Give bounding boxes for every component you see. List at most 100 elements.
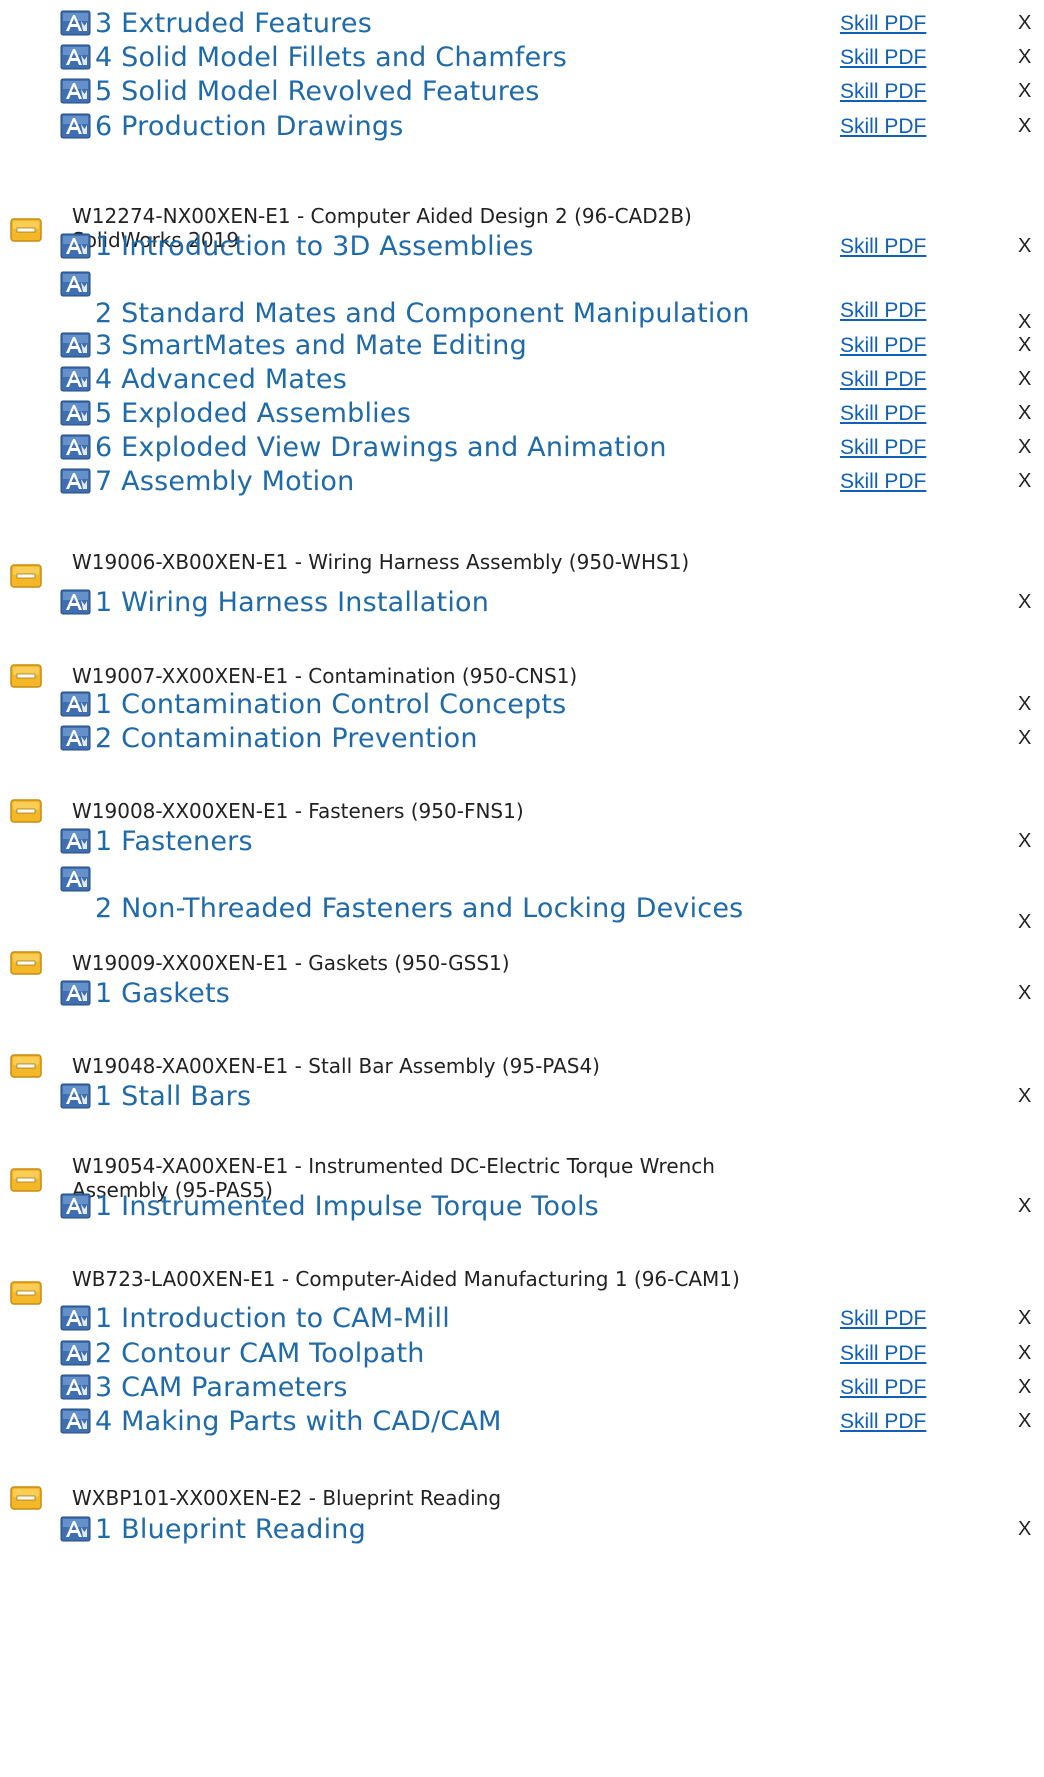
lesson-title-link[interactable]: 1 Introduction to CAM-Mill: [95, 1303, 450, 1334]
skill-pdf-link[interactable]: Skill PDF: [840, 1376, 926, 1400]
collapse-minus-icon[interactable]: [10, 951, 42, 975]
skill-pdf-link[interactable]: Skill PDF: [840, 1307, 926, 1331]
lesson-title-link[interactable]: 1 Gaskets: [95, 978, 230, 1009]
lesson-row: 2 Contamination Prevention X: [60, 723, 1044, 759]
remove-lesson-button[interactable]: X: [1018, 436, 1031, 459]
remove-lesson-button[interactable]: X: [1018, 402, 1031, 425]
lesson-title-link[interactable]: 2 Contamination Prevention: [95, 723, 478, 754]
course-header: WXBP101-XX00XEN-E2 - Blueprint Reading: [10, 1486, 1044, 1512]
remove-lesson-button[interactable]: X: [1018, 693, 1031, 716]
lesson-title-link[interactable]: 3 SmartMates and Mate Editing: [95, 330, 527, 361]
lesson-title-link[interactable]: 1 Introduction to 3D Assemblies: [95, 231, 534, 262]
collapse-minus-icon[interactable]: [10, 1168, 42, 1192]
lesson-title-link[interactable]: 5 Solid Model Revolved Features: [95, 76, 540, 107]
lesson-title-link[interactable]: 1 Wiring Harness Installation: [95, 587, 489, 618]
remove-lesson-button[interactable]: X: [1018, 830, 1031, 853]
remove-lesson-button[interactable]: X: [1018, 12, 1031, 35]
course-title: W19008-XX00XEN-E1 - Fasteners (950-FNS1): [72, 799, 524, 823]
lesson-row: 1 Introduction to 3D Assemblies Skill PDF…: [60, 231, 1044, 267]
lesson-row: 5 Solid Model Revolved Features Skill PDF…: [60, 76, 1044, 112]
lesson-title-link[interactable]: 1 Instrumented Impulse Torque Tools: [95, 1191, 599, 1222]
lesson-title-link[interactable]: 1 Contamination Control Concepts: [95, 689, 566, 720]
collapse-minus-icon[interactable]: [10, 218, 42, 242]
remove-lesson-button[interactable]: X: [1018, 334, 1031, 357]
remove-lesson-button[interactable]: X: [1018, 591, 1031, 614]
lesson-title-link[interactable]: 3 Extruded Features: [95, 8, 372, 39]
skill-pdf-link[interactable]: Skill PDF: [840, 235, 926, 259]
remove-lesson-button[interactable]: X: [1018, 1307, 1031, 1330]
remove-lesson-button[interactable]: X: [1018, 727, 1031, 750]
skill-pdf-link[interactable]: Skill PDF: [840, 402, 926, 426]
remove-lesson-button[interactable]: X: [1018, 1410, 1031, 1433]
lesson-title-link[interactable]: 2 Standard Mates and Component Manipulat…: [95, 298, 750, 329]
remove-lesson-button[interactable]: X: [1018, 1195, 1031, 1218]
collapse-minus-icon[interactable]: [10, 1486, 42, 1510]
skill-pdf-link[interactable]: Skill PDF: [840, 1410, 926, 1434]
lesson-title-link[interactable]: 6 Production Drawings: [95, 111, 404, 142]
skill-pdf-link[interactable]: Skill PDF: [840, 80, 926, 104]
skill-pdf-link[interactable]: Skill PDF: [840, 46, 926, 70]
skill-pdf-link[interactable]: Skill PDF: [840, 12, 926, 36]
lesson-icon: [60, 1408, 91, 1434]
lesson-icon: [60, 78, 91, 104]
lesson-icon: [60, 468, 91, 494]
remove-lesson-button[interactable]: X: [1018, 115, 1031, 138]
collapse-minus-icon[interactable]: [10, 564, 42, 588]
remove-lesson-button[interactable]: X: [1018, 1342, 1031, 1365]
remove-lesson-button[interactable]: X: [1018, 46, 1031, 69]
skill-pdf-link[interactable]: Skill PDF: [840, 334, 926, 358]
lesson-row: 6 Production Drawings Skill PDF X: [60, 111, 1044, 147]
lesson-title-link[interactable]: 6 Exploded View Drawings and Animation: [95, 432, 667, 463]
remove-lesson-button[interactable]: X: [1018, 235, 1031, 258]
skill-pdf-link[interactable]: Skill PDF: [840, 436, 926, 460]
remove-lesson-button[interactable]: X: [1018, 368, 1031, 391]
course-title: W19009-XX00XEN-E1 - Gaskets (950-GSS1): [72, 951, 510, 975]
lesson-title-link[interactable]: 5 Exploded Assemblies: [95, 398, 411, 429]
lesson-title-link[interactable]: 4 Solid Model Fillets and Chamfers: [95, 42, 567, 73]
lesson-title-link[interactable]: 3 CAM Parameters: [95, 1372, 348, 1403]
lesson-icon: [60, 1083, 91, 1109]
skill-pdf-link[interactable]: Skill PDF: [840, 299, 926, 323]
remove-lesson-button[interactable]: X: [1018, 1518, 1031, 1541]
remove-lesson-button[interactable]: X: [1018, 1376, 1031, 1399]
lesson-row: 1 Fasteners X: [60, 826, 1044, 862]
lesson-icon: [60, 233, 91, 259]
course-header: W19048-XA00XEN-E1 - Stall Bar Assembly (…: [10, 1054, 1044, 1080]
lesson-icon: [60, 113, 91, 139]
remove-lesson-button[interactable]: X: [1018, 80, 1031, 103]
skill-pdf-link[interactable]: Skill PDF: [840, 1342, 926, 1366]
lesson-icon: [60, 866, 91, 892]
lesson-row: 4 Advanced Mates Skill PDF X: [60, 364, 1044, 400]
collapse-minus-icon[interactable]: [10, 1281, 42, 1305]
lesson-icon: [60, 1305, 91, 1331]
lesson-row: 1 Wiring Harness Installation X: [60, 587, 1044, 623]
lesson-title-link[interactable]: 7 Assembly Motion: [95, 466, 354, 497]
remove-lesson-button[interactable]: X: [1018, 1085, 1031, 1108]
lesson-title-link[interactable]: 4 Advanced Mates: [95, 364, 347, 395]
lesson-icon: [60, 271, 91, 297]
remove-lesson-button[interactable]: X: [1018, 470, 1031, 493]
lesson-icon: [60, 980, 91, 1006]
lesson-icon: [60, 1516, 91, 1542]
lesson-title-link[interactable]: 1 Stall Bars: [95, 1081, 251, 1112]
lesson-row: 1 Stall Bars X: [60, 1081, 1044, 1117]
course-header: W19008-XX00XEN-E1 - Fasteners (950-FNS1): [10, 799, 1044, 825]
remove-lesson-button[interactable]: X: [1018, 982, 1031, 1005]
remove-lesson-button[interactable]: X: [1018, 311, 1031, 334]
lesson-row: 1 Gaskets X: [60, 978, 1044, 1014]
lesson-title-link[interactable]: 2 Non-Threaded Fasteners and Locking Dev…: [95, 893, 743, 924]
skill-pdf-link[interactable]: Skill PDF: [840, 368, 926, 392]
course-title: WB723-LA00XEN-E1 - Computer-Aided Manufa…: [72, 1267, 740, 1291]
lesson-title-link[interactable]: 4 Making Parts with CAD/CAM: [95, 1406, 502, 1437]
lesson-title-link[interactable]: 1 Blueprint Reading: [95, 1514, 366, 1545]
skill-pdf-link[interactable]: Skill PDF: [840, 115, 926, 139]
lesson-icon: [60, 1193, 91, 1219]
collapse-minus-icon[interactable]: [10, 799, 42, 823]
lesson-title-link[interactable]: 1 Fasteners: [95, 826, 253, 857]
collapse-minus-icon[interactable]: [10, 664, 42, 688]
remove-lesson-button[interactable]: X: [1018, 911, 1031, 934]
lesson-title-link[interactable]: 2 Contour CAM Toolpath: [95, 1338, 425, 1369]
lesson-row: 1 Blueprint Reading X: [60, 1514, 1044, 1550]
skill-pdf-link[interactable]: Skill PDF: [840, 470, 926, 494]
collapse-minus-icon[interactable]: [10, 1054, 42, 1078]
